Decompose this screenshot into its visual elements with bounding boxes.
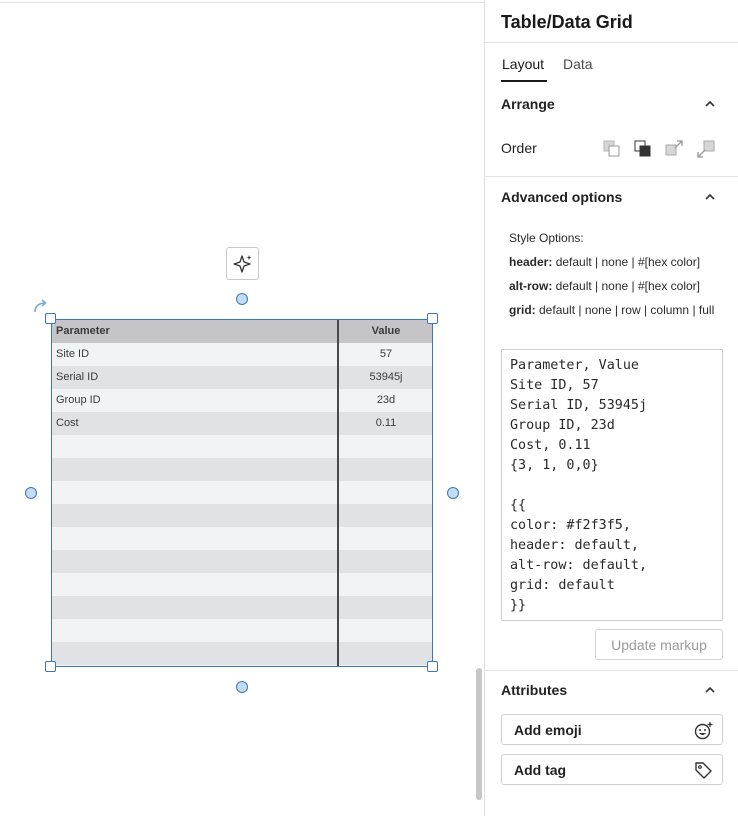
table-cell — [338, 596, 432, 619]
tab-data[interactable]: Data — [563, 56, 593, 72]
column-divider — [337, 320, 339, 666]
chevron-up-icon[interactable] — [703, 683, 717, 697]
add-emoji-button[interactable]: Add emoji — [501, 714, 723, 745]
table-cell: 0.11 — [375, 417, 397, 429]
table-cell — [338, 619, 432, 642]
table-row — [52, 596, 432, 619]
arrange-divider — [485, 176, 738, 177]
add-tag-button[interactable]: Add tag — [501, 754, 723, 785]
table-cell: Group ID — [56, 394, 101, 406]
canvas[interactable]: Parameter Value Site ID 57 Serial ID 53945j Gr… — [0, 0, 485, 816]
chevron-up-icon[interactable] — [703, 190, 717, 204]
canvas-top-divider — [0, 2, 485, 3]
advanced-divider — [485, 670, 738, 671]
resize-handle-top-left[interactable] — [45, 313, 56, 324]
header-option-help: header: default | none | #[hex color] — [509, 254, 723, 270]
resize-handle-bottom-left[interactable] — [45, 661, 56, 672]
table-cell — [338, 573, 432, 596]
table-row: Cost 0.11 — [52, 412, 432, 435]
table-row: Site ID 57 — [52, 343, 432, 366]
markup-editor[interactable]: Parameter, Value Site ID, 57 Serial ID, … — [501, 349, 723, 621]
header-option-key: header: — [509, 255, 553, 269]
table-row — [52, 481, 432, 504]
table-row: Serial ID 53945j — [52, 366, 432, 389]
resize-handle-bottom[interactable] — [236, 681, 248, 693]
table-cell: 53945j — [369, 371, 403, 383]
sparkle-icon — [232, 254, 251, 273]
header-cell: Parameter — [56, 325, 110, 337]
add-tag-label: Add tag — [514, 762, 567, 778]
header-option-values: default | none | #[hex color] — [552, 255, 701, 269]
grid-option-help: grid: default | none | row | column | fu… — [509, 302, 723, 318]
panel-title: Table/Data Grid — [501, 12, 633, 32]
table-cell — [338, 458, 432, 481]
resize-handle-bottom-right[interactable] — [427, 661, 438, 672]
add-emoji-label: Add emoji — [514, 722, 582, 738]
table-row — [52, 527, 432, 550]
resize-handle-top-right[interactable] — [427, 313, 438, 324]
table-row — [52, 642, 432, 665]
table-cell — [338, 642, 432, 665]
table-cell — [338, 435, 432, 458]
altrow-option-help: alt-row: default | none | #[hex color] — [509, 278, 723, 294]
table-cell — [338, 527, 432, 550]
grid-option-values: default | none | row | column | full — [535, 303, 715, 317]
resize-handle-top[interactable] — [236, 293, 248, 305]
table-row — [52, 550, 432, 573]
style-options-title: Style Options: — [509, 231, 584, 245]
advanced-options-title: Advanced options — [501, 189, 623, 205]
table-row — [52, 619, 432, 642]
attributes-title: Attributes — [501, 682, 568, 698]
table-cell: 57 — [379, 348, 393, 360]
table-cell — [338, 481, 432, 504]
canvas-scrollbar[interactable] — [476, 668, 482, 800]
resize-handle-right[interactable] — [447, 487, 459, 499]
header-cell: Value — [371, 325, 401, 337]
table-row — [52, 458, 432, 481]
order-label: Order — [501, 140, 537, 156]
properties-panel: Table/Data Grid Layout Data Arrange Orde… — [484, 0, 738, 816]
table-row — [52, 435, 432, 458]
table-cell: 23d — [376, 394, 396, 406]
active-tab-indicator — [501, 80, 547, 82]
ai-assist-button[interactable] — [226, 247, 259, 280]
arrange-section-title: Arrange — [501, 96, 555, 112]
table-cell — [338, 504, 432, 527]
table-header-row: Parameter Value — [52, 320, 432, 343]
altrow-option-values: default | none | #[hex color] — [552, 279, 701, 293]
table-row — [52, 573, 432, 596]
bring-forward-icon[interactable] — [663, 138, 685, 160]
table-cell — [338, 550, 432, 573]
chevron-up-icon[interactable] — [703, 97, 717, 111]
update-markup-button[interactable]: Update markup — [595, 629, 723, 660]
table-row: Group ID 23d — [52, 389, 432, 412]
title-divider — [485, 42, 738, 43]
table-cell: Serial ID — [56, 371, 99, 383]
add-emoji-icon — [694, 722, 713, 740]
grid-option-key: grid: — [509, 303, 536, 317]
table-cell: Site ID — [56, 348, 90, 360]
send-to-back-icon[interactable] — [601, 138, 623, 160]
send-backward-icon[interactable] — [695, 138, 717, 160]
bring-to-front-icon[interactable] — [632, 138, 654, 160]
data-grid[interactable]: Parameter Value Site ID 57 Serial ID 53945j Gr… — [51, 319, 433, 667]
resize-handle-left[interactable] — [25, 487, 37, 499]
tag-icon — [695, 762, 712, 779]
tab-layout[interactable]: Layout — [502, 56, 544, 72]
altrow-option-key: alt-row: — [509, 279, 553, 293]
table-row — [52, 504, 432, 527]
table-cell: Cost — [56, 417, 79, 429]
